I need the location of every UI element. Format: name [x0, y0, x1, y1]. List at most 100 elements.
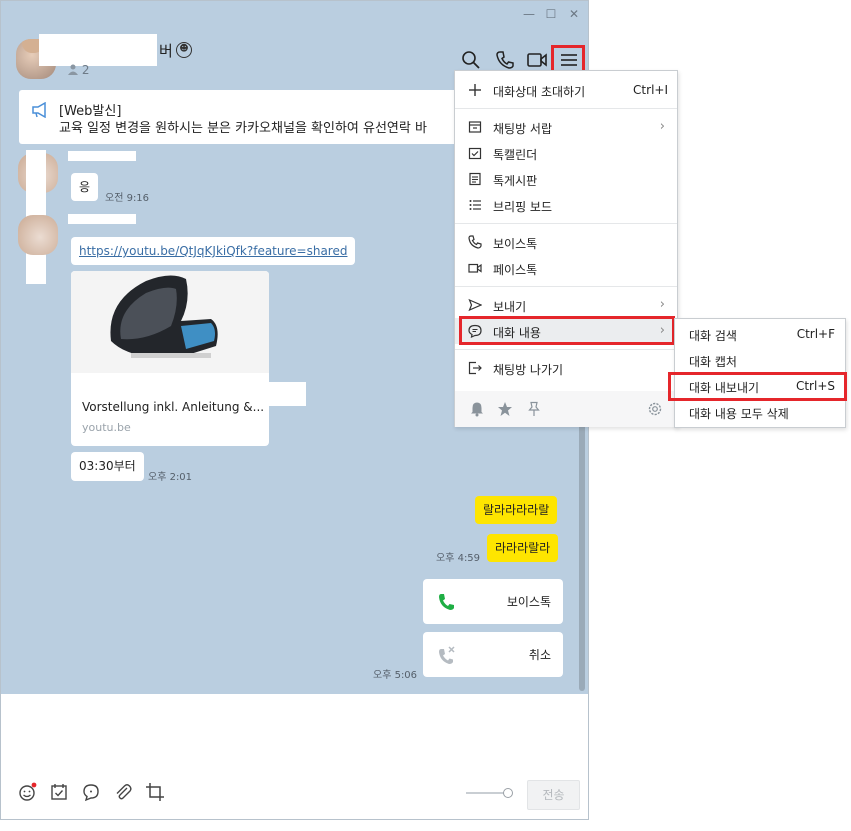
chat-content-item-highlight: [459, 316, 675, 345]
send-icon: [468, 298, 482, 312]
submenu-item-shortcut: Ctrl+F: [796, 327, 835, 341]
person-icon: [68, 64, 78, 75]
minimize-button[interactable]: —: [522, 7, 536, 21]
menu-item-board[interactable]: 톡게시판: [455, 166, 677, 192]
drawer-icon: [468, 121, 482, 133]
car-seat-image: [71, 271, 269, 373]
link-message-bubble[interactable]: https://youtu.be/QtJqKJkiQfk?feature=sha…: [71, 237, 356, 265]
menu-item-label: 브리핑 보드: [493, 200, 553, 214]
submenu-item-delete-all[interactable]: 대화 내용 모두 삭제: [675, 399, 845, 425]
message-time: 오후 4:59: [436, 553, 481, 564]
maximize-button[interactable]: ☐: [544, 7, 558, 21]
video-icon: [468, 263, 482, 273]
menu-item-drawer[interactable]: 채팅방 서랍 ›: [455, 114, 677, 140]
export-item-highlight: [668, 372, 847, 401]
redacted-room-name: [39, 34, 157, 66]
pin-icon[interactable]: [526, 401, 542, 417]
message-link[interactable]: https://youtu.be/QtJqKJkiQfk?feature=sha…: [79, 244, 347, 258]
submenu-item-label: 대화 캡처: [689, 355, 737, 369]
member-count[interactable]: 2: [68, 63, 89, 77]
chat-scrollbar[interactable]: [579, 421, 585, 691]
message-bubble[interactable]: 응: [71, 173, 99, 201]
menu-item-shortcut: Ctrl+I: [633, 83, 668, 97]
notice-body: 교육 일정 변경을 원하시는 분은 카카오채널을 확인하여 유선연락 바: [59, 121, 427, 136]
my-message-bubble[interactable]: 라라라랄라: [487, 534, 559, 562]
search-icon[interactable]: [460, 49, 482, 71]
preview-domain: youtu.be: [82, 421, 131, 434]
menu-divider: [455, 108, 677, 109]
voice-call-card[interactable]: 보이스톡: [423, 579, 563, 624]
menu-item-label: 보이스톡: [493, 237, 538, 251]
menu-item-leave[interactable]: 채팅방 나가기: [455, 355, 677, 381]
menu-item-invite[interactable]: 대화상대 초대하기 Ctrl+I: [455, 77, 677, 103]
calendar-icon: [468, 147, 482, 160]
star-icon[interactable]: [497, 401, 513, 417]
font-size-slider-track[interactable]: [466, 792, 506, 794]
settings-gear-icon[interactable]: [647, 401, 663, 417]
send-button[interactable]: 전송: [527, 780, 580, 810]
submenu-item-capture[interactable]: 대화 캡처: [675, 347, 845, 373]
emoticon-icon[interactable]: [17, 782, 37, 802]
menu-item-label: 대화상대 초대하기: [493, 85, 586, 99]
missed-call-icon: [439, 646, 455, 664]
chevron-right-icon: ›: [659, 119, 665, 134]
menu-item-label: 톡게시판: [493, 174, 538, 188]
menu-item-label: 페이스톡: [493, 263, 538, 277]
crop-capture-icon[interactable]: [145, 782, 165, 802]
chat-room-menu: 대화상대 초대하기 Ctrl+I 채팅방 서랍 › 톡캘린더 톡게시판 브리핑 …: [454, 70, 678, 427]
voice-call-icon[interactable]: [494, 49, 516, 71]
menu-item-send[interactable]: 보내기 ›: [455, 292, 677, 318]
message-time: 오전 9:16: [105, 193, 150, 204]
menu-footer: [455, 391, 677, 427]
link-preview-card[interactable]: Vorstellung inkl. Anleitung &... youtu.b…: [71, 271, 269, 446]
room-name: 버: [159, 42, 173, 60]
menu-item-label: 채팅방 나가기: [493, 363, 564, 377]
call-label: 보이스톡: [506, 595, 551, 609]
menu-item-calendar[interactable]: 톡캘린더: [455, 140, 677, 166]
preview-title: Vorstellung inkl. Anleitung &...: [82, 400, 265, 414]
redacted-sender-name: [68, 151, 136, 161]
notice-banner[interactable]: [Web발신] 교육 일정 변경을 원하시는 분은 카카오채널을 확인하여 유선…: [19, 90, 499, 144]
title-bar: — ☐ ✕: [1, 1, 588, 29]
menu-item-voicetalk[interactable]: 보이스톡: [455, 229, 677, 255]
chevron-right-icon: ›: [659, 297, 665, 312]
message-time: 오후 5:06: [373, 670, 418, 681]
cancelled-call-card[interactable]: 취소: [423, 632, 563, 677]
submenu-item-label: 대화 내용 모두 삭제: [689, 407, 789, 421]
menu-divider: [455, 223, 677, 224]
board-icon: [469, 172, 481, 186]
font-size-slider-knob[interactable]: [503, 788, 513, 798]
phone-icon: [468, 235, 482, 249]
menu-item-briefing[interactable]: 브리핑 보드: [455, 192, 677, 218]
message-time: 오후 2:01: [148, 472, 193, 483]
message-input-area[interactable]: 전송: [1, 694, 588, 819]
menu-item-label: 톡캘린더: [493, 148, 538, 162]
submenu-item-search[interactable]: 대화 검색 Ctrl+F: [675, 321, 845, 347]
speech-bubble-icon[interactable]: [81, 782, 101, 802]
submenu-item-label: 대화 검색: [689, 329, 737, 343]
redacted-preview-overflow: [266, 382, 306, 406]
call-label: 취소: [528, 648, 551, 662]
attachment-icon[interactable]: [113, 782, 133, 802]
close-button[interactable]: ✕: [567, 7, 581, 21]
video-call-icon[interactable]: [526, 49, 548, 71]
exit-icon: [468, 361, 482, 375]
menu-divider: [455, 286, 677, 287]
menu-item-label: 보내기: [493, 300, 527, 314]
menu-item-label: 채팅방 서랍: [493, 122, 553, 136]
calendar-check-icon[interactable]: [49, 782, 69, 802]
sender-avatar[interactable]: [18, 215, 58, 255]
megaphone-icon: [32, 102, 46, 118]
menu-item-facetalk[interactable]: 페이스톡: [455, 255, 677, 281]
list-icon: [469, 200, 481, 210]
redacted-sender-name: [68, 214, 136, 224]
preview-thumbnail: [71, 271, 269, 373]
menu-divider: [455, 349, 677, 350]
message-bubble[interactable]: 03:30부터: [71, 452, 144, 481]
bell-icon[interactable]: [469, 401, 485, 417]
phone-icon: [439, 594, 454, 610]
emoji-icon: ☻: [176, 42, 192, 58]
plus-icon: [469, 84, 481, 96]
redacted-preview-title: [80, 382, 269, 395]
my-message-bubble[interactable]: 랄라라라라랄: [475, 496, 558, 524]
